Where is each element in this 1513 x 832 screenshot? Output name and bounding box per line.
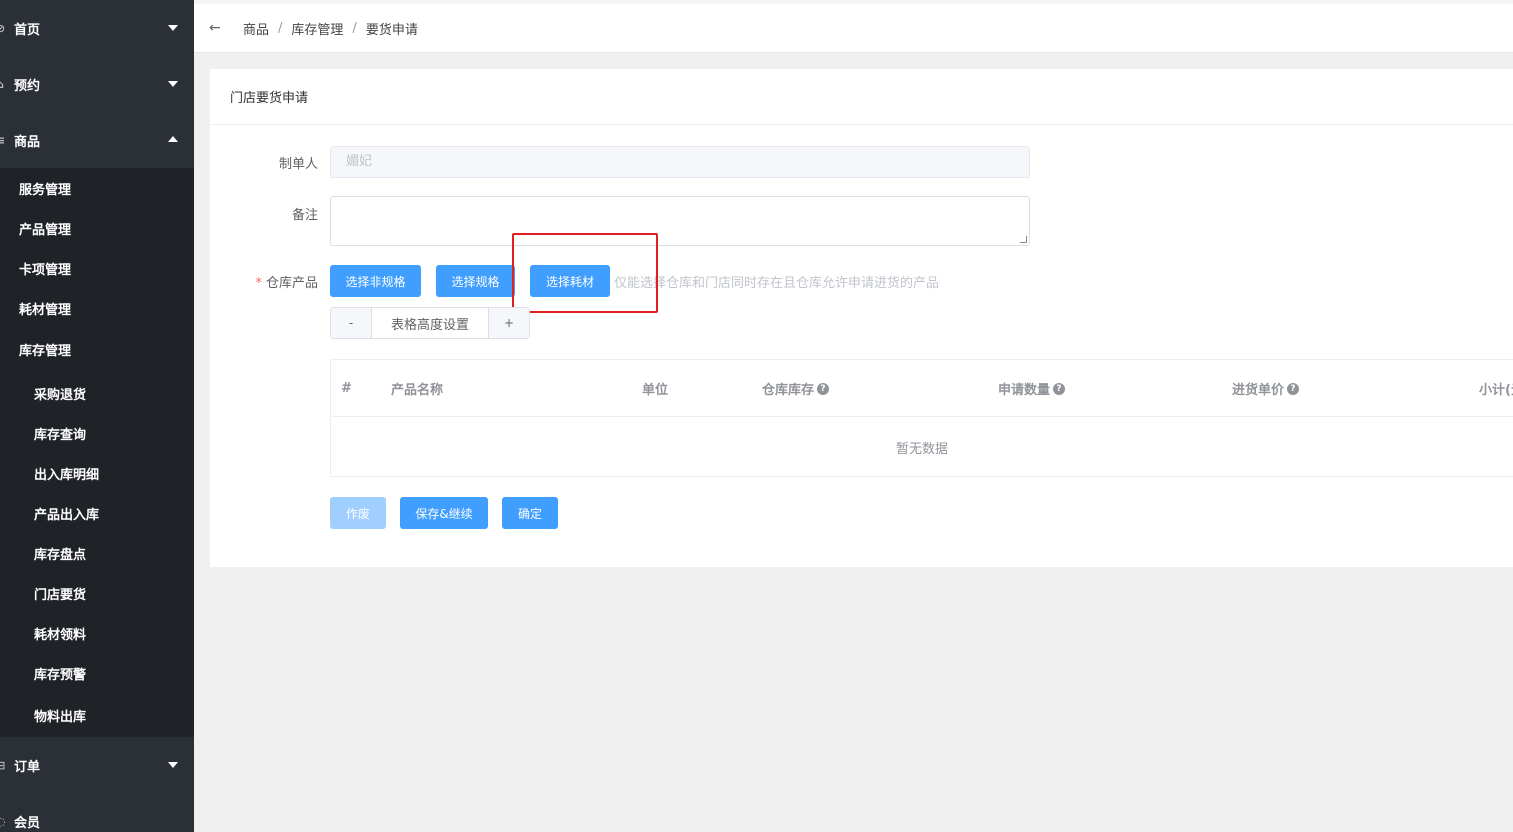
card-title: 门店要货申请 xyxy=(210,69,1513,125)
sidebar-item-product-inout[interactable]: 产品出入库 xyxy=(0,493,194,533)
warehouse-hint: 仅能选择仓库和门店同时存在且仓库允许申请进货的产品 xyxy=(614,276,940,291)
col-product-name: 产品名称 xyxy=(391,383,444,398)
select-spec-button[interactable]: 选择规格 xyxy=(436,265,515,297)
sidebar-item-product[interactable]: 产品管理 xyxy=(0,208,194,248)
sidebar-item-consumable-pick[interactable]: 耗材领料 xyxy=(0,613,194,653)
sidebar-item-goods[interactable]: ≡ 商品 xyxy=(0,112,194,168)
resize-grip-icon[interactable] xyxy=(1020,236,1027,243)
table-height-label: 表格高度设置 xyxy=(390,317,469,333)
help-icon[interactable]: ? xyxy=(1287,382,1300,395)
goods-icon: ≡ xyxy=(0,133,6,147)
chevron-up-icon xyxy=(168,136,178,142)
sidebar-item-card[interactable]: 卡项管理 xyxy=(0,248,194,288)
breadcrumb-separator: / xyxy=(352,20,357,36)
col-unit: 单位 xyxy=(642,383,669,398)
empty-text: 暂无数据 xyxy=(895,441,948,457)
sidebar-item-stock-query[interactable]: 库存查询 xyxy=(0,413,194,453)
breadcrumb-item-inventory[interactable]: 库存管理 xyxy=(291,19,343,38)
sidebar-item-booking[interactable]: ⌂ 预约 xyxy=(0,56,194,112)
sidebar-item-order[interactable]: ⊟ 订单 xyxy=(0,737,194,793)
goods-submenu: 服务管理 产品管理 卡项管理 耗材管理 库存管理 采购退货 库存查询 出入库明细… xyxy=(0,168,194,737)
breadcrumb-item-goods[interactable]: 商品 xyxy=(243,19,269,38)
warehouse-product-label: * 仓库产品 xyxy=(255,276,318,291)
maker-label: 制单人 xyxy=(278,157,318,172)
home-icon: ⊘ xyxy=(0,21,6,35)
house-icon: ⌂ xyxy=(0,78,8,91)
chevron-down-icon xyxy=(168,25,178,31)
sidebar-item-stock-alert[interactable]: 库存预警 xyxy=(0,653,194,693)
request-form-card: 门店要货申请 制单人 媚妃 备注 * 仓库产品 选择非规格 选择规格 选择耗材 仅… xyxy=(210,69,1513,567)
sidebar-item-home[interactable]: ⊘ 首页 xyxy=(0,0,194,56)
void-button[interactable]: 作废 xyxy=(330,497,386,529)
sidebar-item-consumable[interactable]: 耗材管理 xyxy=(0,288,194,328)
help-icon[interactable]: ? xyxy=(817,382,830,395)
col-index: # xyxy=(341,381,352,396)
sidebar-item-purchase-return[interactable]: 采购退货 xyxy=(0,373,194,413)
remark-textarea[interactable] xyxy=(330,196,1030,246)
sidebar-item-service[interactable]: 服务管理 xyxy=(0,168,194,208)
col-request-qty: 申请数量? xyxy=(998,360,1066,417)
products-table: # 产品名称 单位 仓库库存? 申请数量? 进货单价? 小计(元) 暂无数据 xyxy=(330,359,1513,477)
col-subtotal: 小计(元) xyxy=(1479,383,1513,398)
member-icon: ◌ xyxy=(0,814,6,828)
sidebar-item-material-out[interactable]: 物料出库 xyxy=(0,693,194,737)
col-stock: 仓库库存? xyxy=(762,360,830,417)
sidebar: ⊘ 首页 ⌂ 预约 ≡ 商品 服务管理 产品管理 卡项管理 耗材管理 库存管理 … xyxy=(0,0,194,832)
sidebar-item-stocktake[interactable]: 库存盘点 xyxy=(0,533,194,573)
col-unit-price: 进货单价? xyxy=(1232,360,1300,417)
table-header: # 产品名称 单位 仓库库存? 申请数量? 进货单价? 小计(元) xyxy=(331,360,1513,417)
sidebar-item-inout-detail[interactable]: 出入库明细 xyxy=(0,453,194,493)
order-icon: ⊟ xyxy=(0,758,6,772)
breadcrumb-item-request: 要货申请 xyxy=(365,22,418,38)
table-height-stepper: - 表格高度设置 + xyxy=(330,307,530,339)
required-asterisk: * xyxy=(255,276,262,291)
sidebar-item-inventory[interactable]: 库存管理 xyxy=(0,328,194,370)
select-non-spec-button[interactable]: 选择非规格 xyxy=(330,265,421,297)
breadcrumb: 商品 / 库存管理 / 要货申请 xyxy=(243,19,418,38)
save-continue-button[interactable]: 保存&继续 xyxy=(400,497,488,529)
breadcrumb-separator: / xyxy=(278,20,283,36)
topbar: ← 商品 / 库存管理 / 要货申请 xyxy=(194,4,1513,53)
remark-label: 备注 xyxy=(291,208,318,223)
confirm-button[interactable]: 确定 xyxy=(502,497,558,529)
sidebar-item-member[interactable]: ◌ 会员 xyxy=(0,793,194,832)
decrease-button[interactable]: - xyxy=(331,308,372,338)
sidebar-item-store-request[interactable]: 门店要货 xyxy=(0,573,194,613)
back-arrow-icon[interactable]: ← xyxy=(209,20,225,36)
increase-button[interactable]: + xyxy=(488,308,529,338)
inventory-submenu: 采购退货 库存查询 出入库明细 产品出入库 库存盘点 门店要货 耗材领料 库存预… xyxy=(0,373,194,737)
chevron-down-icon xyxy=(168,762,178,768)
chevron-down-icon xyxy=(168,81,178,87)
maker-input: 媚妃 xyxy=(330,146,1030,178)
highlight-box xyxy=(512,233,658,313)
help-icon[interactable]: ? xyxy=(1053,382,1066,395)
